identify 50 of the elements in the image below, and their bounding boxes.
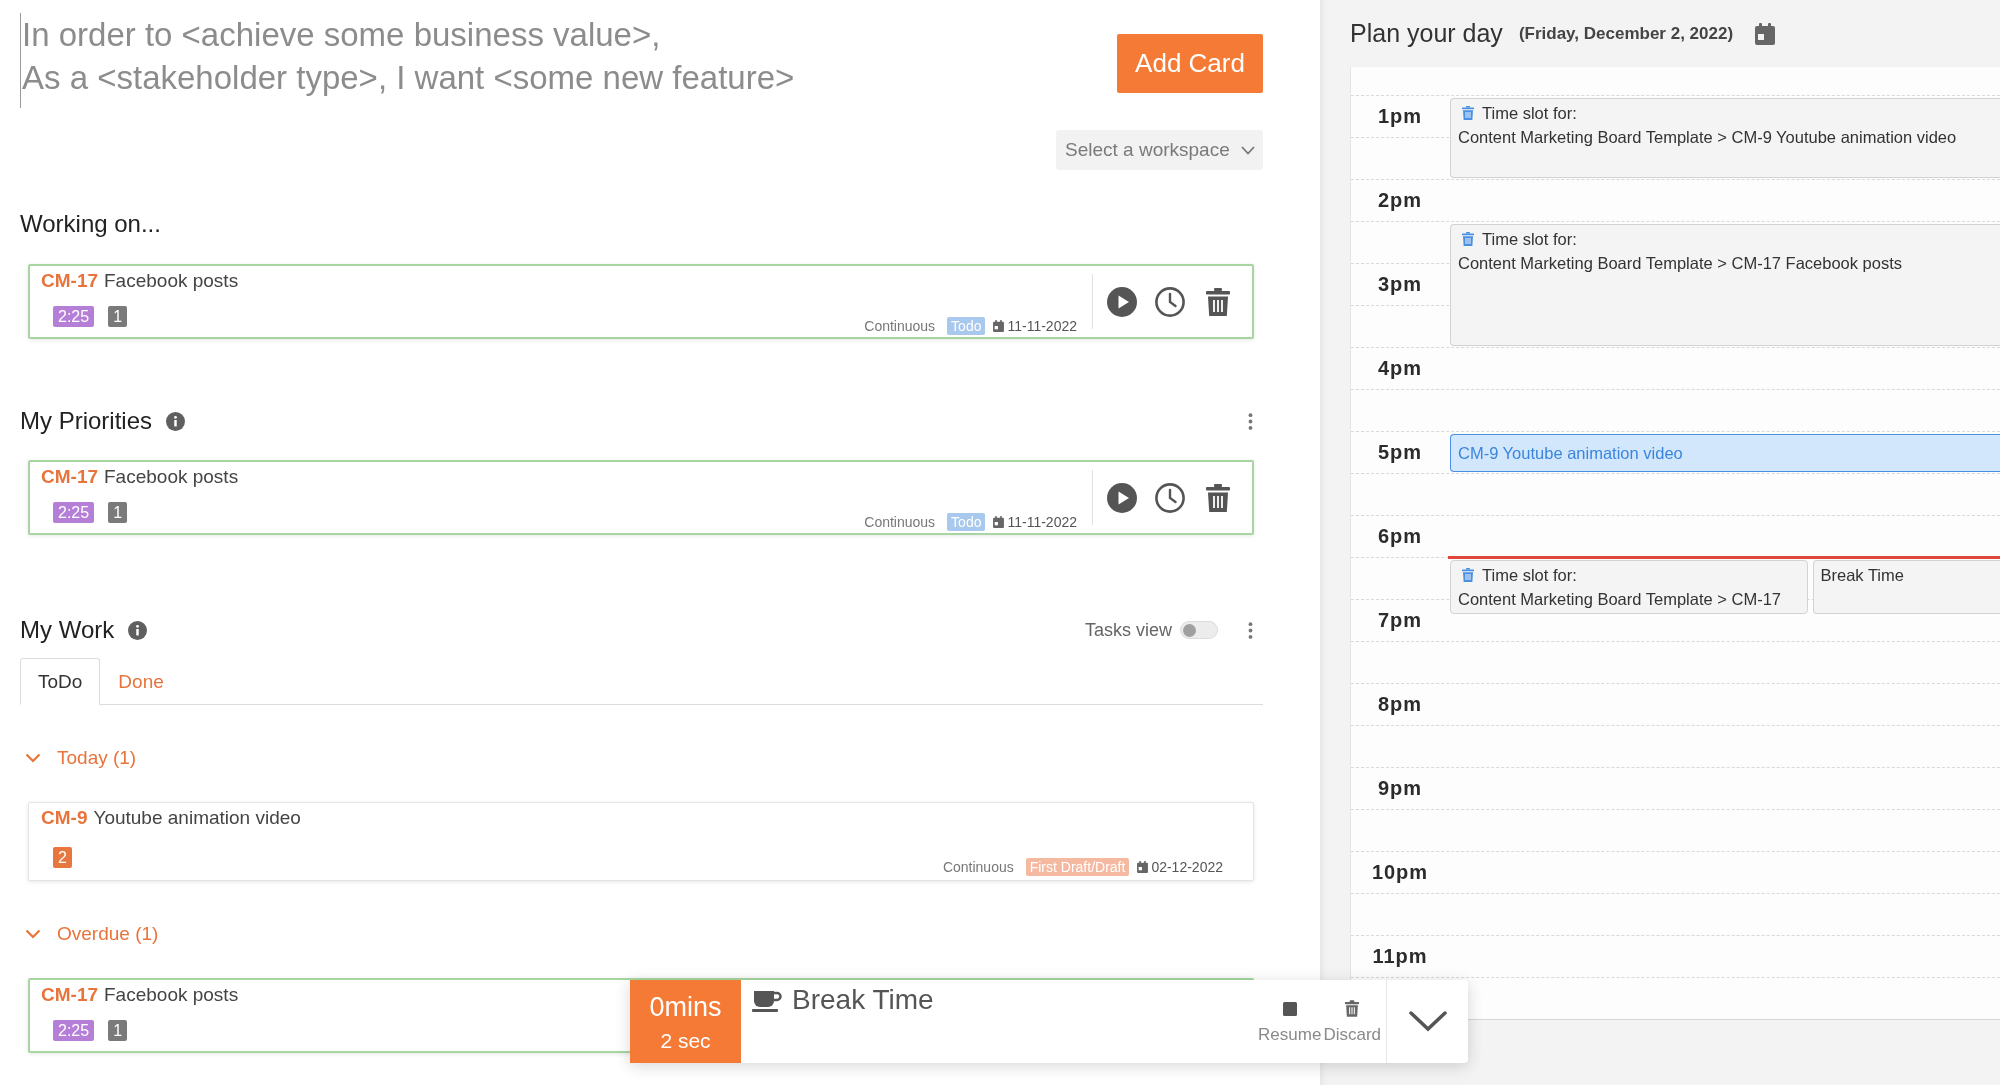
hour-label: 7pm bbox=[1376, 609, 1424, 632]
elapsed-seconds: 2 sec bbox=[660, 1028, 711, 1054]
section-title: My Work bbox=[20, 615, 115, 645]
tasks-view-label: Tasks view bbox=[1084, 619, 1172, 641]
task-badge: 1 bbox=[108, 306, 128, 327]
task-key: CM-9 bbox=[41, 807, 88, 828]
hour-label: 8pm bbox=[1376, 693, 1424, 716]
hour-label: 4pm bbox=[1376, 357, 1424, 380]
status-badge: First Draft/Draft bbox=[1025, 858, 1130, 876]
task-badge: 2 bbox=[53, 847, 72, 868]
task-type: Continuous bbox=[942, 858, 1014, 876]
due-date: 11-11-2022 bbox=[1007, 317, 1077, 335]
slot-text: Content Marketing Board Template > CM-17 Facebook posts bbox=[1458, 253, 1904, 274]
task-badge: 1 bbox=[108, 502, 128, 523]
task-badge: 1 bbox=[108, 1020, 128, 1041]
section-title: My Priorities bbox=[20, 406, 152, 436]
task-title: Facebook posts bbox=[104, 466, 239, 487]
elapsed-minutes: 0mins bbox=[649, 991, 722, 1024]
hour-label: 5pm bbox=[1376, 441, 1424, 464]
hour-label: 11pm bbox=[1371, 945, 1429, 968]
task-type: Continuous bbox=[864, 513, 936, 531]
task-key: CM-17 bbox=[41, 984, 98, 1005]
slot-label: Time slot for: bbox=[1482, 229, 1577, 250]
slot-label: Time slot for: bbox=[1482, 565, 1577, 586]
hour-label: 6pm bbox=[1376, 525, 1424, 548]
task-title: Facebook posts bbox=[104, 984, 239, 1005]
status-badge: Todo bbox=[947, 513, 986, 531]
task-key: CM-17 bbox=[41, 466, 98, 487]
hour-label: 3pm bbox=[1376, 273, 1424, 296]
due-date: 02-12-2022 bbox=[1151, 858, 1223, 876]
task-badge: 2:25 bbox=[53, 1020, 95, 1041]
slot-text: Content Marketing Board Template > CM-9 Youtube animation video bbox=[1458, 127, 1958, 148]
task-key: CM-17 bbox=[41, 270, 98, 291]
task-badge: 2:25 bbox=[53, 502, 95, 523]
planner-title: Plan your day bbox=[1350, 19, 1503, 48]
hour-label: 2pm bbox=[1376, 189, 1424, 212]
due-date: 11-11-2022 bbox=[1007, 513, 1077, 531]
section-title: Working on... bbox=[20, 209, 161, 239]
status-badge: Todo bbox=[947, 317, 986, 335]
slot-label: Time slot for: bbox=[1482, 103, 1577, 124]
task-title: Facebook posts bbox=[104, 270, 239, 291]
task-type: Continuous bbox=[864, 317, 936, 335]
task-badge: 2:25 bbox=[53, 306, 95, 327]
hour-label: 1pm bbox=[1376, 105, 1424, 128]
slot-text: Content Marketing Board Template > CM-17 bbox=[1458, 589, 1782, 610]
timer-title: Break Time bbox=[792, 983, 934, 1017]
hour-label: 10pm bbox=[1370, 861, 1430, 884]
task-title: Youtube animation video bbox=[93, 807, 301, 828]
planner-date: (Friday, December 2, 2022) bbox=[1518, 23, 1734, 44]
hour-label: 9pm bbox=[1376, 777, 1424, 800]
